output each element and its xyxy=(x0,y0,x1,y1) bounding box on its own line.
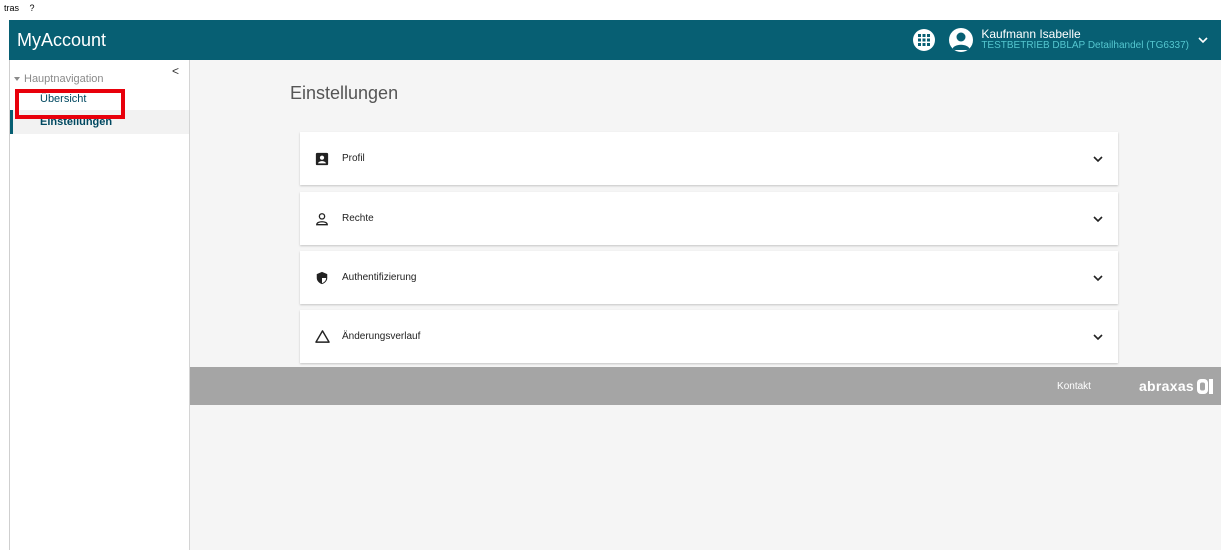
caret-down-icon xyxy=(14,77,20,81)
nav-section-header[interactable]: Hauptnavigation xyxy=(10,60,189,88)
menu-item-extras[interactable]: tras xyxy=(4,3,19,13)
chevron-down-icon[interactable] xyxy=(1092,153,1104,165)
user-menu-chevron-down-icon[interactable] xyxy=(1197,34,1209,46)
page-background xyxy=(190,405,1221,550)
user-organisation: TESTBETRIEB DBLAP Detailhandel (TG6337) xyxy=(981,40,1189,51)
sidebar-item-einstellungen[interactable]: Einstellungen xyxy=(10,110,189,134)
sidebar: Hauptnavigation < Übersicht Einstellunge… xyxy=(9,60,190,550)
user-avatar-icon[interactable] xyxy=(949,28,974,52)
panel-aenderungsverlauf[interactable]: Änderungsverlauf xyxy=(300,310,1118,363)
sidebar-item-uebersicht[interactable]: Übersicht xyxy=(10,88,189,110)
collapse-sidebar-button[interactable]: < xyxy=(172,64,179,78)
chevron-down-icon[interactable] xyxy=(1092,272,1104,284)
page-title: Einstellungen xyxy=(290,83,399,103)
brand-name: abraxas xyxy=(1138,378,1194,394)
menu-item-help[interactable]: ? xyxy=(30,3,35,13)
profile-card-icon xyxy=(314,151,330,167)
nav-section-label: Hauptnavigation xyxy=(24,73,104,85)
top-menu-strip: tras ? xyxy=(0,0,1221,20)
footer: Kontakt abraxas xyxy=(190,367,1221,405)
panel-label: Profil xyxy=(342,153,365,164)
app-title[interactable]: MyAccount xyxy=(9,30,913,51)
abraxas-logo-mark-icon xyxy=(1197,378,1213,394)
panel-rechte[interactable]: Rechte xyxy=(300,192,1118,245)
panel-label: Authentifizierung xyxy=(342,272,417,283)
person-icon xyxy=(314,211,330,227)
shield-icon xyxy=(314,270,330,286)
panel-authentifizierung[interactable]: Authentifizierung xyxy=(300,251,1118,304)
chevron-down-icon[interactable] xyxy=(1092,213,1104,225)
history-triangle-icon xyxy=(314,329,330,345)
panel-label: Änderungsverlauf xyxy=(342,331,421,342)
panel-label: Rechte xyxy=(342,213,374,224)
chevron-down-icon[interactable] xyxy=(1092,331,1104,343)
panel-profil[interactable]: Profil xyxy=(300,132,1118,185)
user-name: Kaufmann Isabelle xyxy=(981,27,1081,41)
contact-link[interactable]: Kontakt xyxy=(1057,381,1091,392)
abraxas-logo: abraxas xyxy=(1139,378,1213,394)
apps-grid-icon[interactable] xyxy=(913,29,936,51)
main-content: Einstellungen Profil Rechte Authentifizi… xyxy=(190,60,1221,367)
user-info[interactable]: Kaufmann Isabelle TESTBETRIEB DBLAP Deta… xyxy=(981,27,1189,51)
app-header: MyAccount Kaufmann Isabelle TESTBETRIEB … xyxy=(9,20,1221,60)
